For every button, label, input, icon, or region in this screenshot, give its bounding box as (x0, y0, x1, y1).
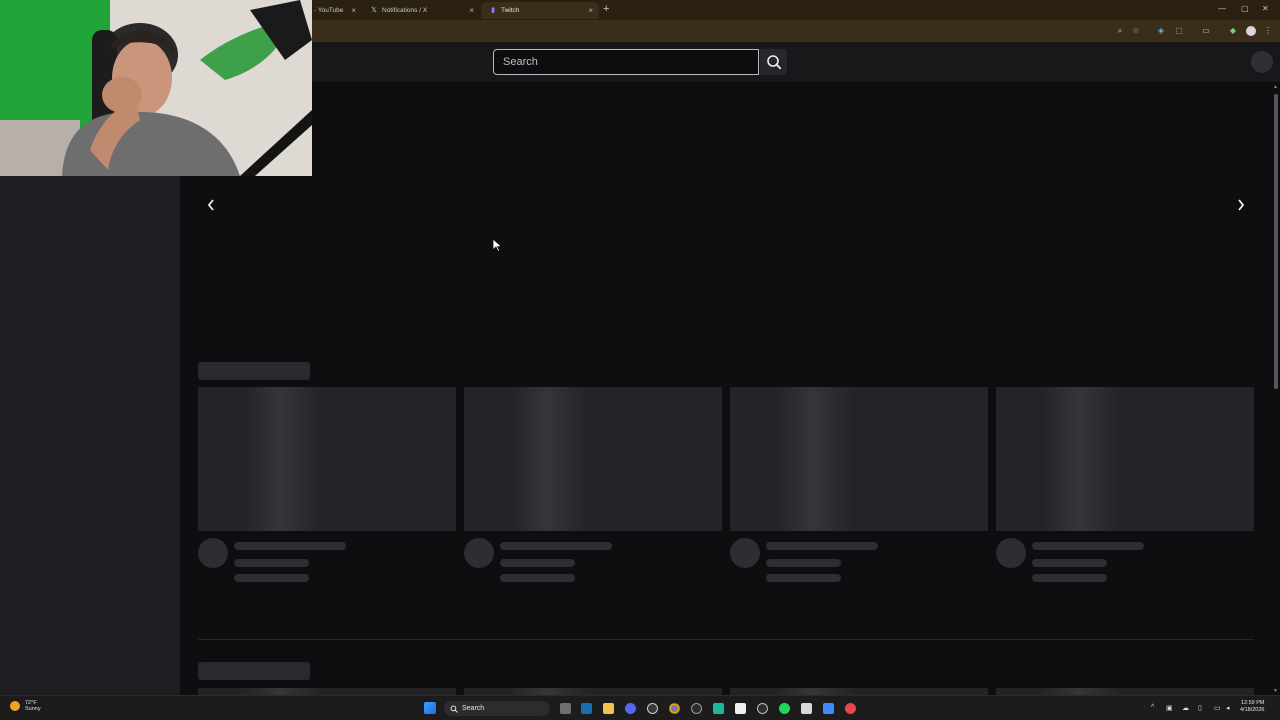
text-placeholder (766, 542, 878, 550)
bookmark-star-icon[interactable]: ☆ (1131, 26, 1141, 36)
avatar-placeholder (996, 538, 1026, 568)
volume-icon[interactable]: ◂ (1226, 704, 1230, 712)
os-taskbar: 72°F Sunny Search ^ ▣ ☁ ▯ ▭ ◂ 12:59 PM 4… (0, 695, 1280, 720)
text-placeholder (500, 542, 612, 550)
sun-icon (10, 701, 20, 711)
search-field[interactable] (493, 49, 759, 75)
zoom-icon[interactable]: ⌕ (1115, 26, 1125, 36)
webcam-overlay (0, 0, 312, 176)
clock-time: 12:59 PM (1240, 700, 1265, 706)
discord-icon[interactable] (625, 703, 636, 714)
display-icon[interactable]: ▭ (1214, 704, 1221, 712)
text-placeholder (1032, 542, 1144, 550)
stream-thumbnail-placeholder (198, 688, 456, 695)
tray-chevron-up-icon[interactable]: ^ (1151, 704, 1154, 711)
carousel-next-button[interactable] (1233, 196, 1249, 214)
app-blue-icon[interactable] (823, 703, 834, 714)
browser-profile-avatar[interactable] (1246, 26, 1256, 36)
file-explorer-icon[interactable] (603, 703, 614, 714)
tab-title: Twitch (501, 7, 520, 14)
extension-icon[interactable]: ◈ (1156, 26, 1166, 36)
app-doc-icon[interactable] (801, 703, 812, 714)
obs-icon[interactable] (691, 703, 702, 714)
scroll-down-arrow-icon[interactable]: ▼ (1273, 688, 1278, 694)
tab-title: - YouTube (314, 7, 344, 14)
text-placeholder (234, 559, 309, 567)
webcam-feed-image (0, 0, 312, 176)
avatar-placeholder (198, 538, 228, 568)
section-divider (198, 639, 1254, 640)
clock-date: 4/18/2026 (1240, 707, 1265, 713)
avatar-placeholder (730, 538, 760, 568)
text-placeholder (234, 542, 346, 550)
search-icon (766, 55, 781, 70)
text-placeholder (766, 559, 841, 567)
window-close-icon[interactable]: ✕ (1262, 4, 1269, 13)
text-placeholder (766, 574, 841, 582)
search-icon (450, 705, 458, 713)
user-avatar[interactable] (1251, 51, 1273, 73)
weather-widget[interactable]: 72°F Sunny (10, 700, 41, 712)
taskbar-clock[interactable]: 12:59 PM 4/18/2026 (1240, 700, 1264, 714)
stream-thumbnail-placeholder (730, 387, 988, 531)
taskbar-search-label: Search (462, 705, 485, 712)
tab-close-icon[interactable]: × (588, 6, 593, 15)
stream-thumbnail-placeholder (996, 688, 1254, 695)
task-view-icon[interactable] (560, 703, 571, 714)
tab-twitch[interactable]: ▮ Twitch × (481, 2, 599, 19)
twitch-icon: ▮ (491, 6, 495, 14)
stream-thumbnail-placeholder (464, 688, 722, 695)
app-circle-icon[interactable] (757, 703, 768, 714)
stream-thumbnail-placeholder (198, 387, 456, 531)
tab-notifications-x[interactable]: 𝕏 Notifications / X × (362, 2, 480, 19)
onedrive-icon[interactable]: ☁ (1182, 704, 1189, 712)
carousel-prev-button[interactable] (203, 196, 219, 214)
screen: - YouTube × 𝕏 Notifications / X × ▮ Twit… (0, 0, 1280, 720)
weather-condition: Sunny (25, 706, 41, 712)
x-logo-icon: 𝕏 (371, 6, 377, 14)
restore-icon[interactable]: ▢ (1241, 4, 1249, 13)
minimize-icon[interactable]: — (1218, 4, 1226, 13)
stream-thumbnail-placeholder (996, 387, 1254, 531)
new-tab-button[interactable]: + (603, 3, 609, 15)
section-title-placeholder (198, 362, 310, 380)
text-placeholder (234, 574, 309, 582)
tab-youtube[interactable]: - YouTube × (306, 2, 362, 19)
taskbar-search-box[interactable]: Search (444, 701, 550, 716)
browser-menu-icon[interactable]: ⋮ (1263, 26, 1273, 36)
tab-title: Notifications / X (382, 7, 428, 14)
spotify-icon[interactable] (779, 703, 790, 714)
windows-start-icon[interactable] (424, 702, 436, 714)
scroll-up-arrow-icon[interactable]: ▲ (1273, 84, 1278, 90)
stream-thumbnail-placeholder (464, 387, 722, 531)
chevron-right-icon (1238, 199, 1245, 211)
tab-close-icon[interactable]: × (469, 6, 474, 15)
chevron-left-icon (207, 199, 214, 211)
media-icon[interactable]: ▭ (1201, 26, 1211, 36)
avatar-placeholder (464, 538, 494, 568)
search-input[interactable] (494, 50, 758, 74)
mouse-cursor-icon (493, 239, 502, 252)
extensions-puzzle-icon[interactable]: ⬚ (1174, 26, 1184, 36)
stream-thumbnail-placeholder (730, 688, 988, 695)
app-red-icon[interactable] (845, 703, 856, 714)
tray-app-icon[interactable]: ▣ (1166, 704, 1173, 712)
chrome-icon[interactable] (669, 703, 680, 714)
notepad-icon[interactable] (735, 703, 746, 714)
steam-icon[interactable] (581, 703, 592, 714)
app-green-icon[interactable] (713, 703, 724, 714)
app-icon[interactable] (647, 703, 658, 714)
text-placeholder (500, 559, 575, 567)
search-button[interactable] (760, 49, 787, 75)
text-placeholder (1032, 559, 1107, 567)
text-placeholder (1032, 574, 1107, 582)
tab-close-icon[interactable]: × (351, 6, 356, 15)
extension-green-icon[interactable]: ◆ (1228, 26, 1238, 36)
scrollbar-thumb[interactable] (1274, 94, 1278, 389)
section-title-placeholder (198, 662, 310, 680)
tray-usb-icon[interactable]: ▯ (1198, 704, 1202, 712)
text-placeholder (500, 574, 575, 582)
